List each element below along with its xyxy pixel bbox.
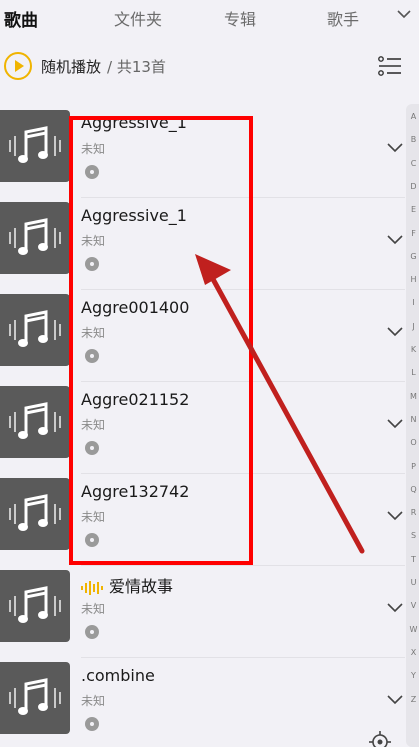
annotation-arrow [195, 254, 365, 554]
